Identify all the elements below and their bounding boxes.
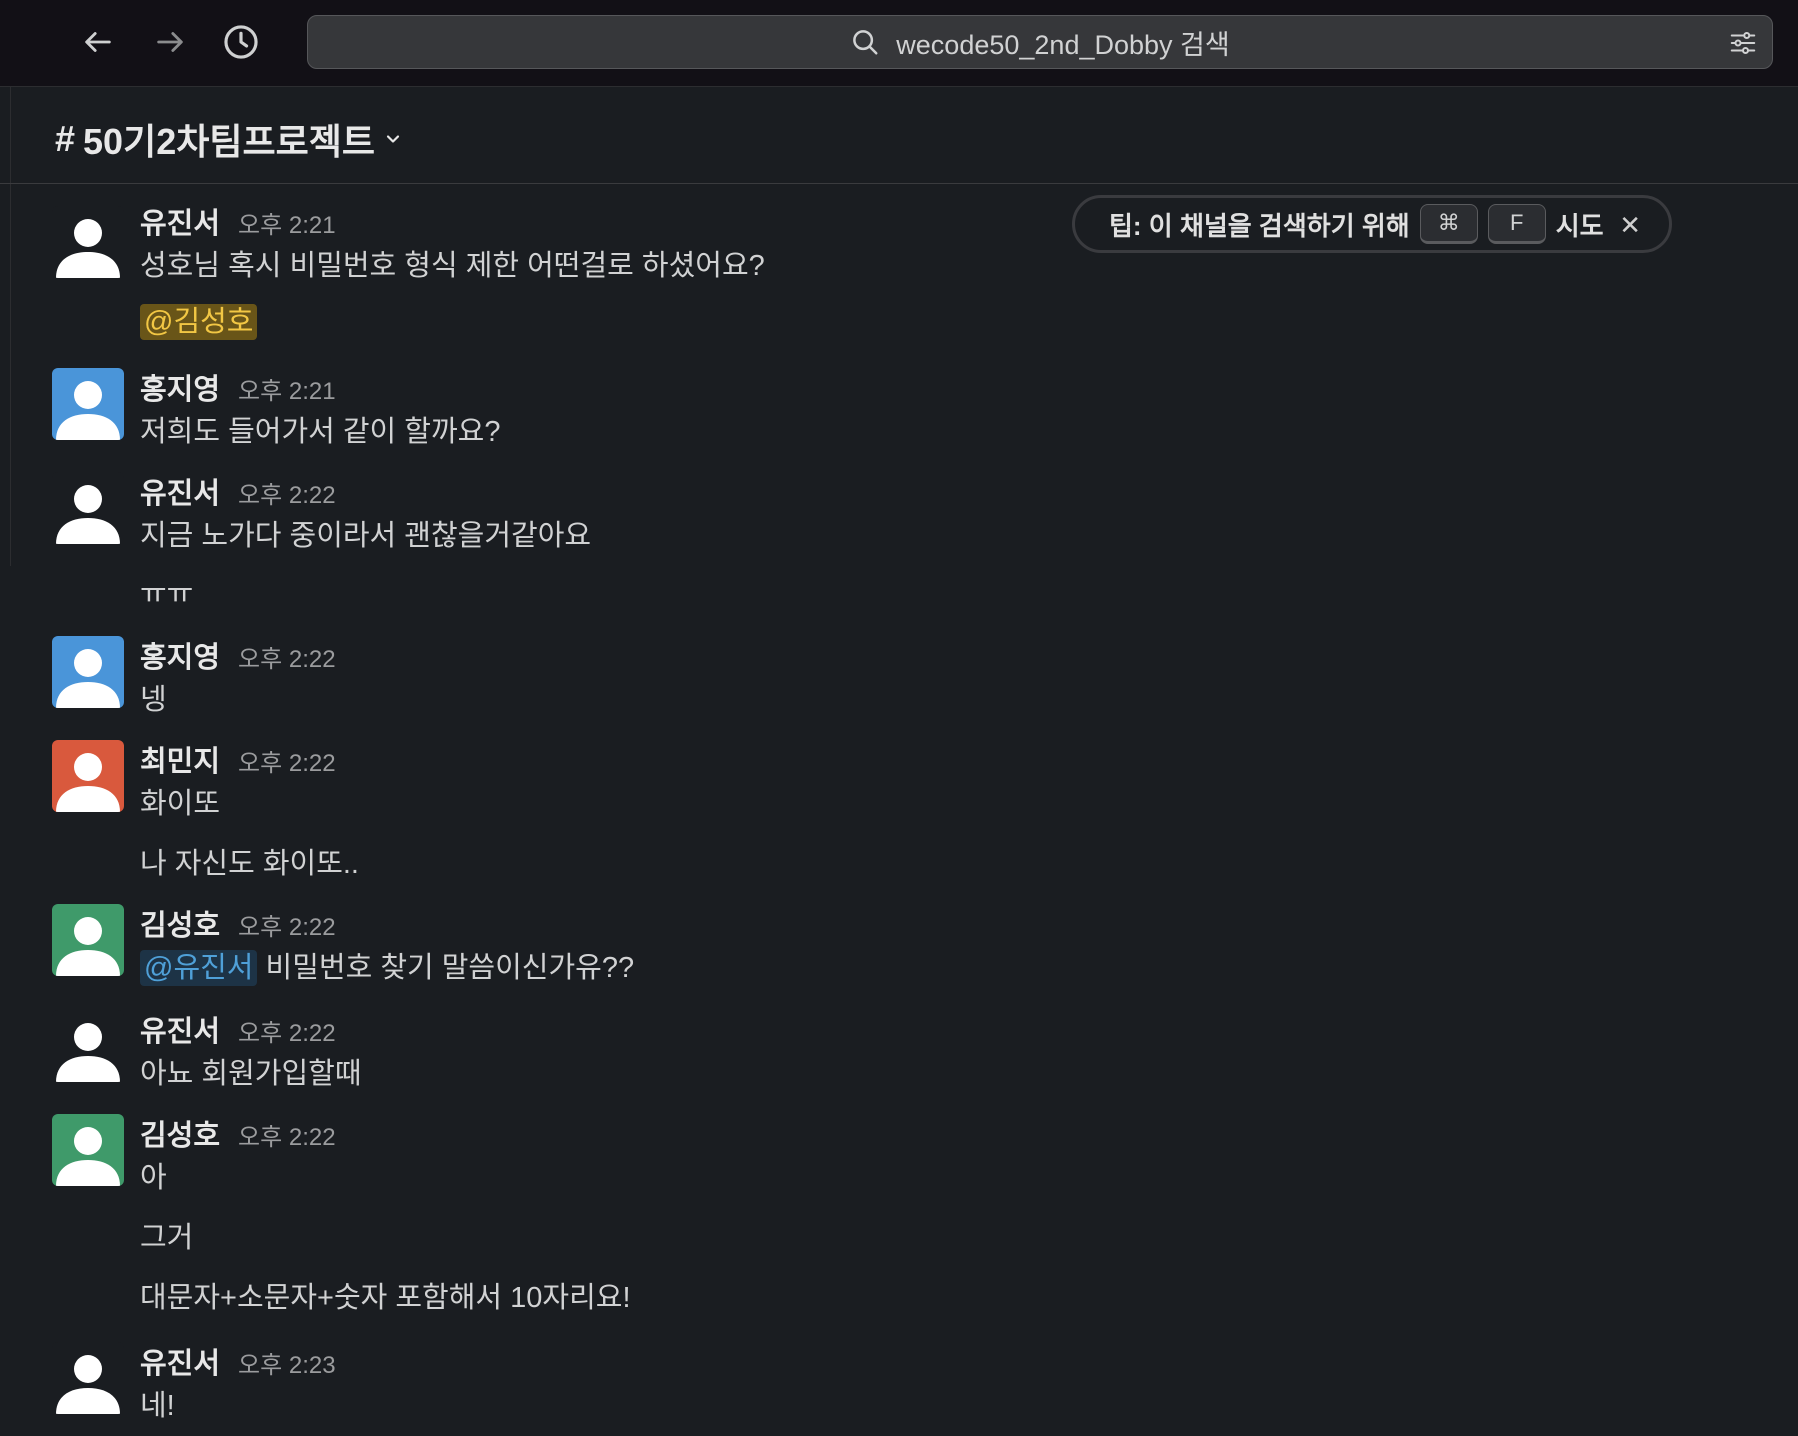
avatar[interactable] [52, 206, 124, 278]
author-name[interactable]: 최민지 [140, 738, 220, 780]
message-text: 그거 [140, 1222, 194, 1254]
hash-icon: # [55, 118, 76, 159]
user-icon [56, 485, 120, 544]
avatar[interactable] [52, 1342, 124, 1414]
sliders-icon [1730, 32, 1756, 54]
user-icon [56, 219, 120, 278]
channel-header: # 50기2차팀프로젝트 [0, 87, 1798, 184]
author-name[interactable]: 김성호 [140, 902, 220, 944]
author-name[interactable]: 홍지영 [140, 634, 220, 676]
forward-button[interactable] [150, 22, 190, 62]
search-input[interactable]: wecode50_2nd_Dobby 검색 [896, 23, 1229, 62]
message-text: 아 [140, 1162, 167, 1194]
timestamp[interactable]: 오후 2:22 [238, 743, 336, 778]
tip-text: 팁: 이 채널을 검색하기 위해 [1109, 210, 1410, 241]
search-filter-button[interactable] [1728, 28, 1758, 63]
author-name[interactable]: 유진서 [140, 470, 220, 512]
timestamp[interactable]: 오후 2:22 [238, 639, 336, 674]
message-text: ㅠㅠ [140, 578, 194, 610]
clock-icon [224, 25, 258, 59]
kbd-command: ⌘ [1419, 204, 1478, 244]
message-text: 나 자신도 화이또.. [140, 848, 359, 880]
user-icon [56, 649, 120, 708]
message-text: 저희도 들어가서 같이 할까요? [140, 416, 501, 448]
mention[interactable]: @김성호 [140, 304, 258, 340]
message-text: 네! [140, 1390, 175, 1422]
top-bar: wecode50_2nd_Dobby 검색 [0, 0, 1798, 87]
user-icon [56, 1127, 120, 1186]
message-text: 지금 노가다 중이라서 괜찮을거같아요 [140, 520, 592, 552]
tip-suffix: 시도 [1555, 210, 1604, 241]
close-icon[interactable]: ✕ [1619, 210, 1641, 241]
avatar[interactable] [52, 1114, 124, 1186]
avatar[interactable] [52, 472, 124, 544]
avatar[interactable] [52, 636, 124, 708]
arrow-left-icon [85, 32, 111, 52]
message-text: 성호님 혹시 비밀번호 형식 제한 어떤걸로 하셨어요? [140, 250, 765, 282]
author-name[interactable]: 유진서 [140, 1340, 220, 1382]
author-name[interactable]: 유진서 [140, 200, 220, 242]
message-text: 화이또 [140, 788, 221, 820]
mention[interactable]: @유진서 [140, 950, 258, 986]
message-text: 비밀번호 찾기 말씀이신가유?? [265, 952, 635, 984]
user-icon [56, 753, 120, 812]
user-icon [56, 917, 120, 976]
timestamp[interactable]: 오후 2:22 [238, 1117, 336, 1152]
user-icon [56, 1023, 120, 1082]
chevron-down-icon [386, 135, 400, 143]
user-icon [56, 1355, 120, 1414]
avatar[interactable] [52, 904, 124, 976]
search-bar[interactable]: wecode50_2nd_Dobby 검색 [307, 15, 1773, 69]
kbd-f: F [1487, 204, 1546, 244]
message-text: 넹 [140, 684, 167, 716]
channel-title: 50기2차팀프로젝트 [83, 121, 375, 162]
author-name[interactable]: 김성호 [140, 1112, 220, 1154]
timestamp[interactable]: 오후 2:23 [238, 1345, 336, 1380]
search-tip-banner: 팁: 이 채널을 검색하기 위해 ⌘ F 시도 ✕ [1072, 195, 1672, 253]
channel-name-button[interactable]: # 50기2차팀프로젝트 [55, 113, 403, 165]
author-name[interactable]: 유진서 [140, 1008, 220, 1050]
timestamp[interactable]: 오후 2:22 [238, 907, 336, 942]
author-name[interactable]: 홍지영 [140, 366, 220, 408]
avatar[interactable] [52, 1010, 124, 1082]
avatar[interactable] [52, 740, 124, 812]
arrow-right-icon [157, 32, 183, 52]
timestamp[interactable]: 오후 2:21 [238, 371, 336, 406]
message-text: 대문자+소문자+숫자 포함해서 10자리요! [140, 1282, 631, 1314]
history-button[interactable] [221, 22, 261, 62]
search-icon [853, 30, 878, 55]
avatar[interactable] [52, 368, 124, 440]
timestamp[interactable]: 오후 2:22 [238, 475, 336, 510]
message-text: 아뇨 회원가입할때 [140, 1058, 362, 1090]
back-button[interactable] [78, 22, 118, 62]
timestamp[interactable]: 오후 2:21 [238, 205, 336, 240]
timestamp[interactable]: 오후 2:22 [238, 1013, 336, 1048]
user-icon [56, 381, 120, 440]
